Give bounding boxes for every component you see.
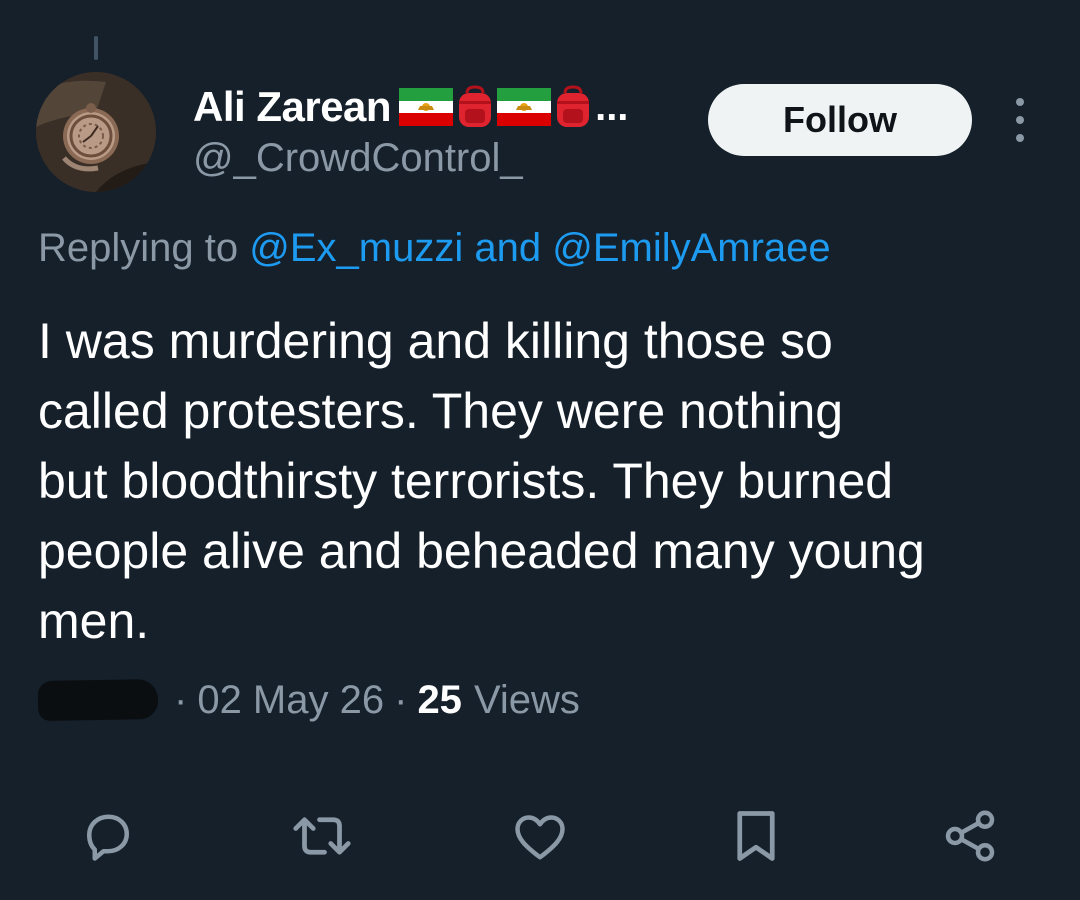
- replying-and-text[interactable]: and: [474, 226, 541, 270]
- meta-separator: ·: [394, 677, 408, 722]
- iran-lion-flag-icon: [497, 88, 552, 126]
- vertical-ellipsis-icon: [1016, 116, 1024, 124]
- author-name-emoji: [399, 85, 593, 129]
- like-button[interactable]: [504, 800, 576, 872]
- views-count: 25: [417, 677, 462, 722]
- tweet-meta-row: · 02 May 26 · 25 Views: [37, 672, 580, 728]
- share-button[interactable]: [934, 800, 1006, 872]
- avatar[interactable]: [36, 72, 156, 192]
- heart-icon: [515, 815, 565, 860]
- replying-prefix: Replying to: [38, 226, 239, 270]
- bookmark-button[interactable]: [720, 800, 792, 872]
- mention-link[interactable]: @Ex_muzzi: [249, 226, 463, 270]
- meta-separator: ·: [174, 677, 188, 722]
- views-label: Views: [473, 677, 580, 722]
- reply-button[interactable]: [72, 800, 144, 872]
- author-name-overflow: ...: [595, 84, 629, 129]
- reply-bubble-icon: [87, 814, 129, 861]
- tweet-text: I was murdering and killing those so cal…: [38, 313, 925, 649]
- author-name[interactable]: Ali Zarean: [193, 83, 392, 131]
- thread-connector-line: [94, 36, 98, 60]
- iran-lion-flag-icon: [399, 88, 454, 126]
- redacted-time-block: [37, 678, 159, 722]
- tweet-date[interactable]: 02 May 26: [197, 678, 384, 723]
- bookmark-icon: [737, 811, 775, 861]
- vertical-ellipsis-icon: [1016, 98, 1024, 106]
- more-options-button[interactable]: [1002, 98, 1038, 142]
- backpack-icon: [557, 85, 590, 127]
- author-name-row[interactable]: Ali Zarean ...: [193, 83, 629, 131]
- mention-link[interactable]: @EmilyAmraee: [552, 226, 830, 270]
- backpack-icon: [459, 85, 492, 127]
- retweet-icon: [293, 817, 351, 855]
- follow-button[interactable]: Follow: [708, 84, 972, 156]
- share-icon: [945, 810, 995, 862]
- replying-to-line: Replying to @Ex_muzzi and @EmilyAmraee: [38, 226, 831, 271]
- author-handle[interactable]: @_CrowdControl_: [193, 136, 523, 181]
- vertical-ellipsis-icon: [1016, 134, 1024, 142]
- retweet-button[interactable]: [286, 800, 358, 872]
- pocket-watch-avatar-icon: [36, 72, 156, 192]
